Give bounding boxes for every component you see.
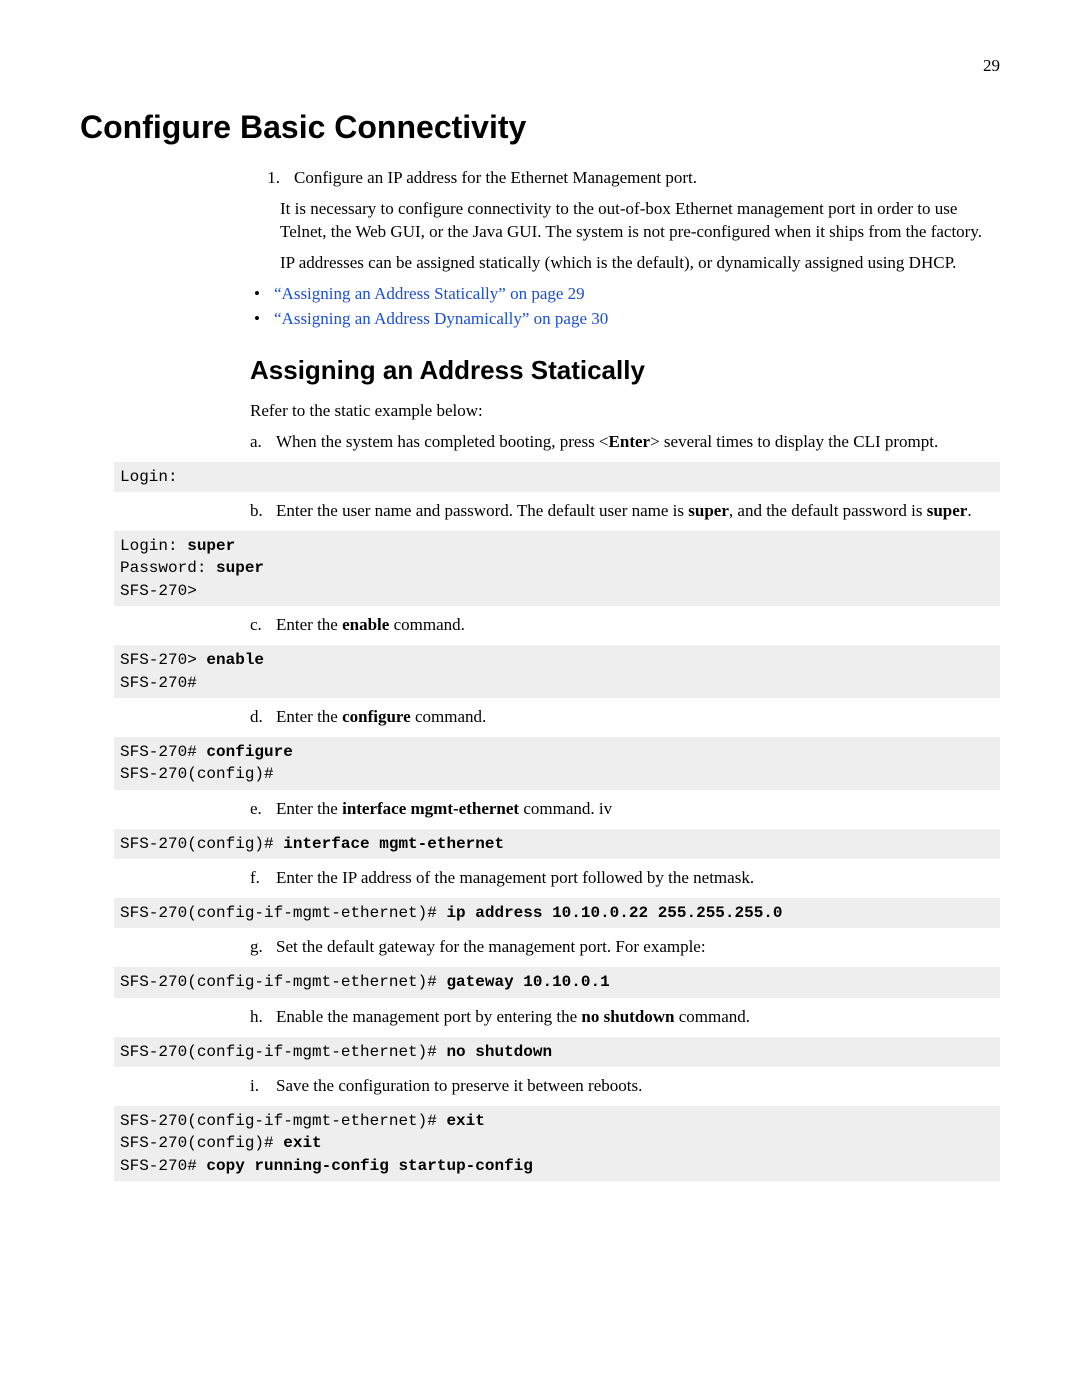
code-ip-block: SFS-270(config-if-mgmt-ethernet)# ip add… (114, 898, 1000, 928)
substep-i-label: i. (250, 1075, 276, 1098)
section-title: Assigning an Address Statically (250, 353, 1000, 388)
page-title: Configure Basic Connectivity (80, 106, 1000, 149)
substep-a-text: When the system has completed booting, p… (276, 431, 1000, 454)
substep-c-label: c. (250, 614, 276, 637)
substep-i-text: Save the configuration to preserve it be… (276, 1075, 1000, 1098)
code-login-block: Login: super Password: super SFS-270> (114, 531, 1000, 606)
bullet-icon: • (250, 308, 274, 331)
code-interface-block: SFS-270(config)# interface mgmt-ethernet (114, 829, 1000, 859)
code-login-prompt: Login: (114, 462, 1000, 492)
substep-f-label: f. (250, 867, 276, 890)
substep-b-text: Enter the user name and password. The de… (276, 500, 1000, 523)
bullet-icon: • (250, 283, 274, 306)
substep-h-text: Enable the management port by entering t… (276, 1006, 1000, 1029)
code-save-block: SFS-270(config-if-mgmt-ethernet)# exit S… (114, 1106, 1000, 1181)
substep-e-label: e. (250, 798, 276, 821)
code-gateway-block: SFS-270(config-if-mgmt-ethernet)# gatewa… (114, 967, 1000, 997)
substep-g-label: g. (250, 936, 276, 959)
code-noshutdown-block: SFS-270(config-if-mgmt-ethernet)# no shu… (114, 1037, 1000, 1067)
code-configure-block: SFS-270# configure SFS-270(config)# (114, 737, 1000, 790)
link-assign-dynamic[interactable]: “Assigning an Address Dynamically” on pa… (274, 308, 608, 331)
step-1-desc-1: It is necessary to configure connectivit… (280, 198, 1000, 244)
step-1-desc-2: IP addresses can be assigned statically … (280, 252, 1000, 275)
substep-d-label: d. (250, 706, 276, 729)
substep-e-text: Enter the interface mgmt-ethernet comman… (276, 798, 1000, 821)
link-assign-static[interactable]: “Assigning an Address Statically” on pag… (274, 283, 585, 306)
substep-a-label: a. (250, 431, 276, 454)
section-intro: Refer to the static example below: (250, 400, 1000, 423)
substep-b-label: b. (250, 500, 276, 523)
step-1-lead: Configure an IP address for the Ethernet… (294, 167, 1000, 190)
substep-g-text: Set the default gateway for the manageme… (276, 936, 1000, 959)
code-enable-block: SFS-270> enable SFS-270# (114, 645, 1000, 698)
substep-h-label: h. (250, 1006, 276, 1029)
page-number: 29 (80, 55, 1000, 78)
substep-c-text: Enter the enable command. (276, 614, 1000, 637)
substep-d-text: Enter the configure command. (276, 706, 1000, 729)
step-1-number: 1. (250, 167, 294, 190)
substep-f-text: Enter the IP address of the management p… (276, 867, 1000, 890)
